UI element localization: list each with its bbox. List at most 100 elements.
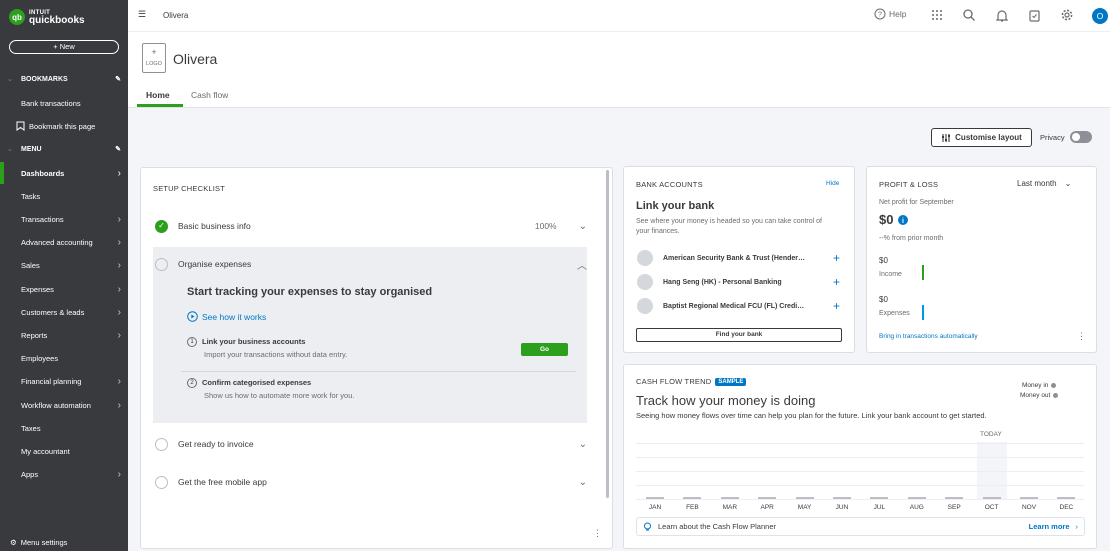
sidebar-item-advanced-accounting[interactable]: Advanced accounting ›: [21, 236, 121, 250]
bookmark-bank-transactions[interactable]: Bank transactions: [21, 96, 121, 110]
month-label: SEP: [947, 504, 961, 511]
sidebar-item-label: Advanced accounting: [21, 238, 93, 248]
sidebar-item-reports[interactable]: Reports ›: [21, 328, 121, 342]
new-button[interactable]: + New: [9, 40, 119, 54]
step-confirm-expenses[interactable]: 2 Confirm categorised expenses Show us ho…: [187, 378, 355, 400]
cash-flow-description: Seeing how money flows over time can hel…: [636, 411, 987, 420]
help-button[interactable]: ? Help: [874, 8, 906, 20]
add-bank-icon[interactable]: +: [833, 299, 840, 313]
month-bar: [945, 497, 964, 499]
month-label: FEB: [686, 504, 699, 511]
hide-link[interactable]: Hide: [826, 180, 839, 187]
chevron-up-icon[interactable]: ︿: [577, 257, 587, 272]
month-bar: [1020, 497, 1038, 499]
active-indicator: [0, 162, 4, 184]
company-logo-upload[interactable]: + LOGO: [142, 43, 166, 73]
bank-name: Baptist Regional Medical FCU (FL) Credi…: [663, 302, 805, 310]
more-options-icon[interactable]: ⋮: [593, 528, 602, 539]
menu-header-label: MENU: [21, 145, 42, 153]
pencil-icon[interactable]: ✎: [115, 75, 121, 83]
bank-description: See where your money is headed so you ca…: [636, 218, 822, 235]
quickbooks-logo[interactable]: qb intuit quickbooks: [9, 9, 85, 26]
learn-cash-flow-planner-bar[interactable]: Learn about the Cash Flow Planner Learn …: [636, 517, 1085, 536]
top-bar: ☰ Olivera ? Help O: [128, 0, 1110, 32]
menu-settings-label: Menu settings: [20, 538, 68, 547]
menu-toggle-icon[interactable]: ☰: [138, 9, 146, 20]
period-dropdown[interactable]: Last month ⌄: [1017, 179, 1071, 188]
legend-dot-icon: [1053, 393, 1059, 398]
checklist-item-invoice[interactable]: Get ready to invoice ⌄: [155, 434, 587, 454]
sidebar-item-financial-planning[interactable]: Financial planning ›: [21, 375, 121, 389]
customise-layout-label: Customise layout: [955, 133, 1022, 142]
bank-row[interactable]: American Security Bank & Trust (Hender… …: [637, 250, 840, 266]
month-bar: [982, 497, 1001, 499]
settings-gear-icon[interactable]: [1061, 9, 1073, 21]
sidebar-item-customers-leads[interactable]: Customers & leads ›: [21, 305, 121, 319]
sidebar-item-my-accountant[interactable]: My accountant: [21, 444, 121, 458]
page-title: Olivera: [173, 51, 218, 67]
privacy-toggle[interactable]: [1070, 131, 1092, 143]
step-title: Link your business accounts: [202, 337, 306, 346]
checklist-item-mobile-app[interactable]: Get the free mobile app ⌄: [155, 472, 587, 492]
month-label: APR: [760, 504, 774, 511]
sidebar-item-tasks[interactable]: Tasks: [21, 189, 121, 203]
see-how-label: See how it works: [202, 311, 267, 322]
step-description: Show us how to automate more work for yo…: [204, 391, 355, 401]
organise-label: Organise expenses: [178, 259, 252, 269]
checklist-item-organise[interactable]: Organise expenses ︿: [155, 254, 587, 274]
pencil-icon[interactable]: ✎: [115, 145, 121, 153]
customise-layout-button[interactable]: Customise layout: [931, 128, 1032, 147]
menu-settings-link[interactable]: ⚙ Menu settings: [10, 538, 67, 547]
go-button[interactable]: Go: [521, 343, 568, 356]
sidebar-item-expenses[interactable]: Expenses ›: [21, 282, 121, 296]
menu-section-header[interactable]: ⌄ MENU ✎: [7, 145, 121, 154]
add-bank-icon[interactable]: +: [833, 251, 840, 265]
chevron-down-icon[interactable]: ⌄: [579, 221, 587, 232]
more-options-icon[interactable]: ⋮: [1077, 331, 1086, 342]
search-icon[interactable]: [963, 9, 975, 21]
info-icon[interactable]: i: [898, 214, 909, 225]
sidebar-item-workflow-automation[interactable]: Workflow automation ›: [21, 398, 121, 412]
help-icon: ?: [874, 8, 886, 20]
user-avatar[interactable]: O: [1092, 8, 1108, 24]
tab-home[interactable]: Home: [146, 90, 170, 100]
checklist-item-basic-info[interactable]: ✓ Basic business info 100% ⌄: [155, 216, 587, 236]
tasks-clipboard-icon[interactable]: [1029, 9, 1040, 22]
sidebar-item-sales[interactable]: Sales ›: [21, 259, 121, 273]
tab-cash-flow[interactable]: Cash flow: [191, 90, 228, 100]
see-how-link[interactable]: See how it works: [187, 311, 266, 322]
sidebar-item-taxes[interactable]: Taxes: [21, 421, 121, 435]
check-empty-icon: [155, 437, 168, 451]
step-divider: [181, 371, 576, 372]
month-bar: [833, 497, 851, 499]
chevron-right-icon: ›: [117, 469, 121, 481]
chevron-down-icon[interactable]: ⌄: [579, 477, 587, 488]
income-label: Income: [879, 271, 902, 278]
add-bank-icon[interactable]: +: [833, 275, 840, 289]
sidebar-item-transactions[interactable]: Transactions ›: [21, 212, 121, 226]
sidebar-item-label: Financial planning: [21, 377, 82, 387]
notifications-bell-icon[interactable]: [996, 9, 1008, 22]
learn-more-link[interactable]: Learn more: [1029, 522, 1070, 531]
sidebar-item-apps[interactable]: Apps ›: [21, 468, 121, 482]
sidebar-item-label: Apps: [21, 470, 39, 480]
sidebar-item-dashboards[interactable]: Dashboards ›: [21, 166, 121, 180]
chevron-down-icon: ⌄: [7, 76, 13, 83]
find-your-bank-button[interactable]: Find your bank: [636, 328, 842, 342]
apps-grid-icon[interactable]: [931, 9, 943, 21]
sidebar-item-label: Customers & leads: [21, 307, 85, 317]
check-empty-icon: [155, 475, 168, 489]
bank-row[interactable]: Baptist Regional Medical FCU (FL) Credi……: [637, 298, 840, 314]
bring-in-transactions-link[interactable]: Bring in transactions automatically: [879, 333, 978, 340]
chevron-down-icon[interactable]: ⌄: [579, 439, 587, 450]
lightbulb-icon: [643, 522, 652, 532]
month-label: JUN: [835, 504, 849, 511]
step-number: 2: [187, 378, 197, 389]
bookmark-this-page[interactable]: Bookmark this page: [16, 119, 116, 133]
bookmarks-section-header[interactable]: ⌄ BOOKMARKS ✎: [7, 75, 121, 84]
bank-row[interactable]: Hang Seng (HK) - Personal Banking +: [637, 274, 840, 290]
setup-scrollbar[interactable]: [606, 170, 609, 498]
sidebar-item-employees[interactable]: Employees: [21, 352, 121, 366]
month-bar: [720, 497, 739, 499]
step-description: Import your transactions without data en…: [204, 350, 348, 360]
